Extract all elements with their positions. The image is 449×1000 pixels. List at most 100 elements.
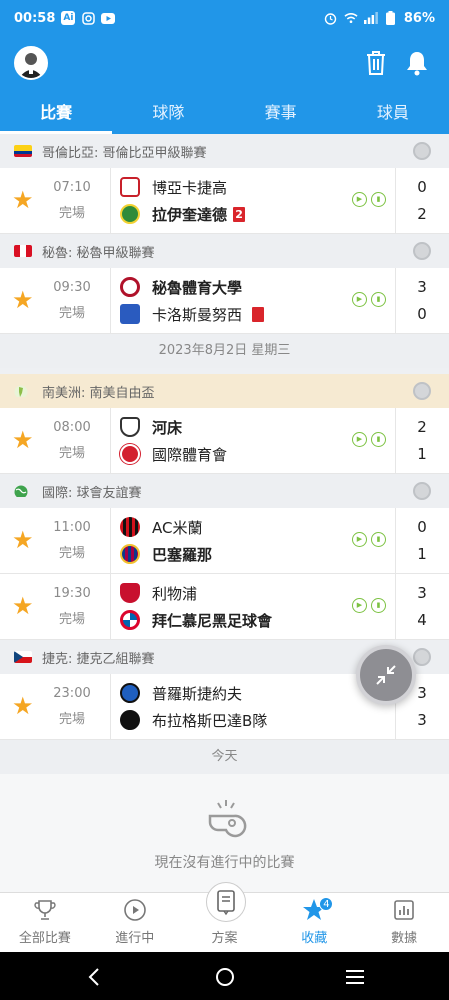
divider <box>395 168 396 233</box>
match-status: 完場 <box>58 206 85 221</box>
favorite-star-icon[interactable]: ★ <box>12 188 36 212</box>
away-team: 拜仁慕尼黑足球會 <box>120 609 272 631</box>
home-team-name: 秘魯體育大學 <box>152 278 243 297</box>
tab-competitions[interactable]: 賽事 <box>225 96 337 134</box>
nav-data[interactable]: 數據 <box>359 893 449 952</box>
football-icon <box>413 382 431 400</box>
play-icon <box>122 897 148 923</box>
home-team: 河床 <box>120 416 182 438</box>
youtube-icon <box>101 11 116 25</box>
team-crest-icon <box>120 204 140 224</box>
league-name: 南美洲: 南美自由盃 <box>42 385 155 401</box>
system-nav-bar <box>0 952 449 1000</box>
away-score: 0 <box>417 305 427 323</box>
home-team: 秘魯體育大學 <box>120 276 242 298</box>
match-row[interactable]: ★ 07:10 完場 博亞卡捷高 拉伊奎達德 2 ▶ ▮ 0 2 <box>0 168 449 234</box>
nav-live[interactable]: 進行中 <box>90 893 180 952</box>
team-crest-icon <box>120 544 140 564</box>
user-avatar[interactable] <box>14 46 48 80</box>
match-row[interactable]: ★ 08:00 完場 河床 國際體育會 ▶ ▮ 2 1 <box>0 408 449 474</box>
czech-flag-icon <box>14 651 32 663</box>
team-crest-icon <box>120 277 140 297</box>
trophy-icon <box>32 897 58 923</box>
team-crest-icon <box>120 417 140 437</box>
stats-icon[interactable]: ▮ <box>371 432 386 447</box>
trash-icon[interactable] <box>364 50 388 76</box>
wifi-icon <box>344 11 358 25</box>
football-icon <box>413 142 431 160</box>
video-play-icon[interactable]: ▶ <box>352 598 367 613</box>
empty-state-text: 現在沒有進行中的比賽 <box>154 855 295 871</box>
divider <box>110 574 111 639</box>
match-status: 完場 <box>58 306 85 321</box>
match-actions: ▶ ▮ <box>352 432 386 447</box>
match-actions: ▶ ▮ <box>352 598 386 613</box>
status-bar: 00:58 Ai 86% <box>0 0 449 36</box>
stats-icon[interactable]: ▮ <box>371 292 386 307</box>
nav-all-matches[interactable]: 全部比賽 <box>0 893 90 952</box>
video-play-icon[interactable]: ▶ <box>352 292 367 307</box>
divider <box>395 408 396 473</box>
away-team: 拉伊奎達德 2 <box>120 203 246 225</box>
stats-icon[interactable]: ▮ <box>371 192 386 207</box>
away-team-name: 拉伊奎達德 <box>152 205 228 224</box>
favorite-star-icon[interactable]: ★ <box>12 528 36 552</box>
tab-teams[interactable]: 球隊 <box>112 96 224 134</box>
team-crest-icon <box>120 683 140 703</box>
colombia-flag-icon <box>14 145 32 157</box>
battery-level: 86% <box>403 10 435 26</box>
nav-label: 進行中 <box>115 931 155 946</box>
ai-app-icon: Ai <box>61 11 76 25</box>
peru-flag-icon <box>14 245 32 257</box>
collapse-arrows-icon <box>376 665 396 685</box>
signal-icon <box>363 11 378 25</box>
document-icon <box>217 890 235 916</box>
match-time: 23:00 <box>53 686 91 701</box>
divider <box>110 674 111 739</box>
plans-bubble[interactable] <box>206 882 246 922</box>
back-icon[interactable] <box>82 964 108 990</box>
football-icon <box>413 242 431 260</box>
status-time: 00:58 <box>14 10 56 26</box>
home-icon[interactable] <box>212 964 238 990</box>
league-header[interactable]: 南美洲: 南美自由盃 <box>0 374 449 408</box>
favorite-star-icon[interactable]: ★ <box>12 594 36 618</box>
team-crest-icon <box>120 583 140 603</box>
home-team-name: 河床 <box>152 418 183 437</box>
tab-matches[interactable]: 比賽 <box>0 96 113 134</box>
video-play-icon[interactable]: ▶ <box>352 432 367 447</box>
nav-label: 收藏 <box>301 931 328 946</box>
divider <box>110 408 111 473</box>
away-score: 4 <box>417 611 427 629</box>
video-play-icon[interactable]: ▶ <box>352 532 367 547</box>
divider <box>395 574 396 639</box>
favorites-badge: 4 <box>319 897 334 911</box>
match-row[interactable]: ★ 19:30 完場 利物浦 拜仁慕尼黑足球會 ▶ ▮ 3 4 <box>0 574 449 640</box>
instagram-icon <box>81 11 95 25</box>
nav-favorites[interactable]: 4 收藏 <box>269 893 359 952</box>
recents-icon[interactable] <box>342 964 368 990</box>
league-name: 國際: 球會友誼賽 <box>42 485 142 501</box>
favorite-star-icon[interactable]: ★ <box>12 428 36 452</box>
away-team: 卡洛斯曼努西 <box>120 303 265 325</box>
red-card-icon <box>252 306 265 322</box>
team-crest-icon <box>120 177 140 197</box>
league-header[interactable]: 國際: 球會友誼賽 <box>0 474 449 508</box>
favorite-star-icon[interactable]: ★ <box>12 288 36 312</box>
home-team-name: 利物浦 <box>152 584 198 603</box>
home-score: 0 <box>417 178 427 196</box>
league-header[interactable]: 哥倫比亞: 哥倫比亞甲級聯賽 <box>0 134 449 168</box>
match-status: 完場 <box>58 612 85 627</box>
collapse-button[interactable] <box>356 645 416 705</box>
divider <box>110 508 111 573</box>
bell-icon[interactable] <box>404 50 430 76</box>
tab-players[interactable]: 球員 <box>337 96 449 134</box>
league-header[interactable]: 秘魯: 秘魯甲級聯賽 <box>0 234 449 268</box>
match-row[interactable]: ★ 11:00 完場 AC米蘭 巴塞羅那 ▶ ▮ 0 1 <box>0 508 449 574</box>
football-icon <box>413 482 431 500</box>
stats-icon[interactable]: ▮ <box>371 598 386 613</box>
match-row[interactable]: ★ 09:30 完場 秘魯體育大學 卡洛斯曼努西 ▶ ▮ 3 0 <box>0 268 449 334</box>
stats-icon[interactable]: ▮ <box>371 532 386 547</box>
video-play-icon[interactable]: ▶ <box>352 192 367 207</box>
favorite-star-icon[interactable]: ★ <box>12 694 36 718</box>
